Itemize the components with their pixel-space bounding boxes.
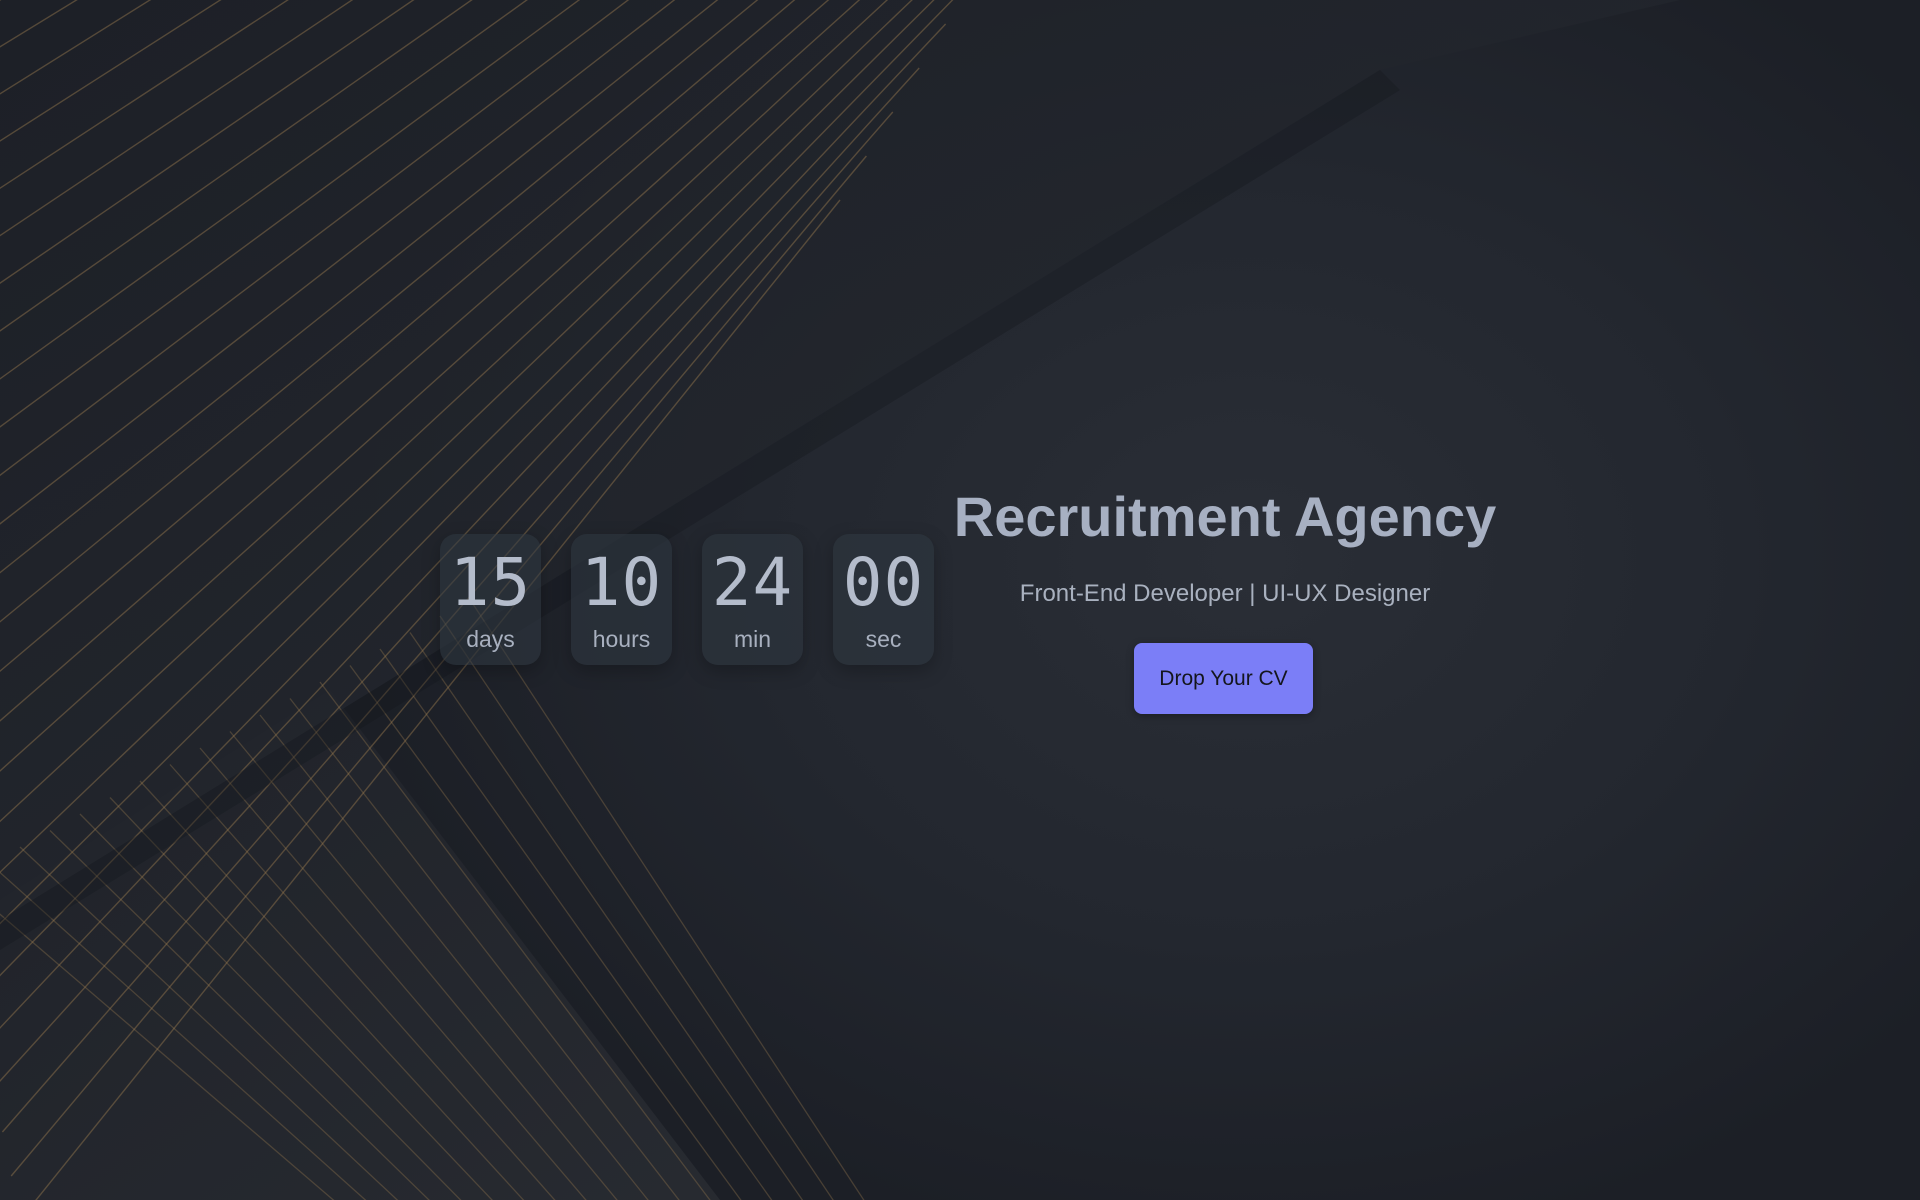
countdown-value: 24: [711, 544, 794, 621]
countdown-unit: min: [733, 626, 772, 652]
page-title: Recruitment Agency: [953, 485, 1497, 548]
landing-page: 15 days 10 hours 24 min 00 sec Recruitme…: [0, 0, 1920, 1200]
countdown-unit: sec: [865, 626, 902, 652]
countdown-value: 10: [580, 544, 663, 621]
countdown-value: 00: [842, 544, 925, 621]
countdown-seconds: 00 sec: [833, 534, 934, 665]
countdown-timer: 15 days 10 hours 24 min 00 sec: [440, 534, 934, 665]
countdown-hours: 10 hours: [571, 534, 672, 665]
drop-cv-button[interactable]: Drop Your CV: [1134, 643, 1313, 714]
countdown-days: 15 days: [440, 534, 541, 665]
countdown-unit: hours: [592, 626, 651, 652]
countdown-minutes: 24 min: [702, 534, 803, 665]
hero-section: 15 days 10 hours 24 min 00 sec Recruitme…: [0, 0, 1920, 1200]
countdown-unit: days: [466, 626, 515, 652]
page-subtitle: Front-End Developer | UI-UX Designer: [1019, 580, 1431, 607]
countdown-value: 15: [449, 544, 532, 621]
